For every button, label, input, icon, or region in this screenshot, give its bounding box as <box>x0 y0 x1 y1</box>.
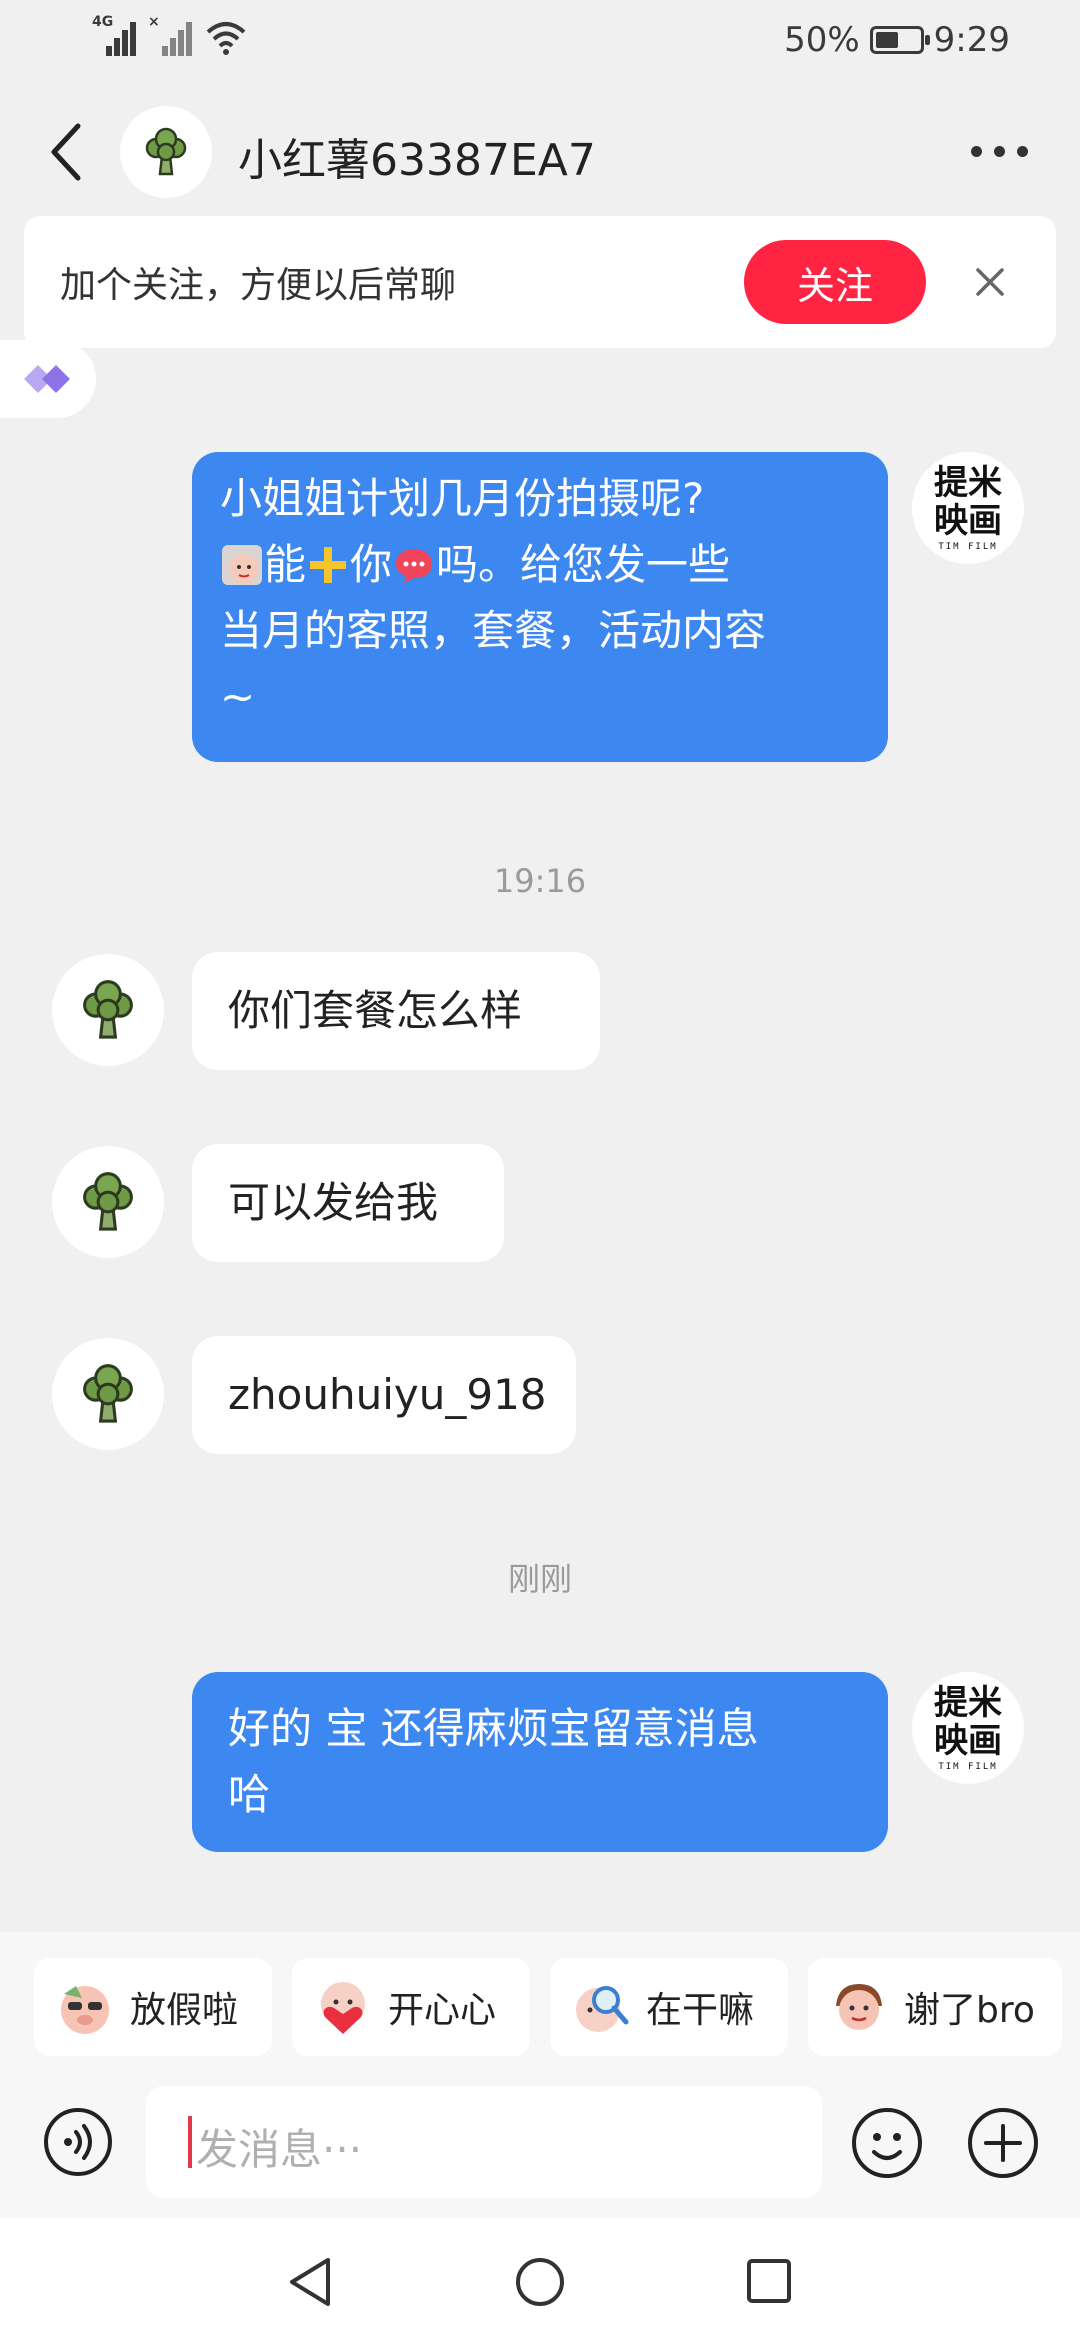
message-input[interactable]: 发消息··· <box>146 2086 822 2198</box>
signal-icon-sim2: × <box>148 14 194 56</box>
chat-bubble-emoji-icon <box>396 549 433 583</box>
quick-reply-label: 在干嘛 <box>646 1990 755 2031</box>
pig-heart-sticker-icon <box>321 1982 365 2034</box>
plus-emoji-icon <box>310 547 347 583</box>
floating-side-button[interactable] <box>0 340 96 418</box>
status-bar: 4G × 50% 9:29 <box>0 0 1080 90</box>
message-input-placeholder: 发消息··· <box>196 2125 363 2174</box>
pig-sunglasses-sticker-icon <box>61 1986 109 2034</box>
diamond-tag-icon <box>24 365 70 393</box>
battery-percent: 50% <box>784 20 860 60</box>
outgoing-message[interactable]: 好的 宝 还得麻烦宝留意消息 哈 <box>192 1672 888 1852</box>
text-caret <box>188 2116 192 2168</box>
no-signal-mark: × <box>148 14 160 30</box>
contact-avatar[interactable] <box>52 1338 164 1450</box>
contact-name: 小红薯63387EA7 <box>238 135 596 186</box>
clock: 9:29 <box>933 20 1010 60</box>
my-avatar[interactable]: 提米 映画 TIM FILM <box>912 1672 1024 1784</box>
quick-reply-label: 谢了bro <box>904 1990 1035 2031</box>
message-line: 当月的客照，套餐，活动内容 <box>220 606 767 655</box>
more-options-icon[interactable] <box>971 146 1028 157</box>
timestamp: 19:16 <box>493 862 587 900</box>
emoji-icon[interactable] <box>850 2106 924 2180</box>
message-line: 小姐姐计划几月份拍摄呢? <box>220 474 705 523</box>
system-nav-bar <box>0 2218 1080 2340</box>
close-icon[interactable] <box>968 260 1012 304</box>
quick-reply-chip[interactable]: 开心心 <box>292 1958 530 2056</box>
outgoing-message[interactable]: 小姐姐计划几月份拍摄呢? 能 你 吗。给您发一些 当月的客照，套餐，活动内容 ~ <box>192 452 888 762</box>
quick-reply-chip[interactable]: 在干嘛 <box>550 1958 788 2056</box>
follow-button[interactable]: 关注 <box>744 240 926 324</box>
wifi-icon <box>206 22 246 55</box>
incoming-message[interactable]: 可以发给我 <box>192 1144 504 1262</box>
nav-recent-apps-icon[interactable] <box>744 2256 794 2306</box>
pig-thumbs-sticker-icon <box>836 1984 882 2030</box>
incoming-message[interactable]: zhouhuiyu_918 <box>192 1336 576 1454</box>
follow-banner: 加个关注，方便以后常聊 关注 <box>24 216 1056 348</box>
signal-indicators: 4G × <box>92 14 248 56</box>
message-line: 哈 <box>228 1770 271 1819</box>
network-type-label: 4G <box>92 14 114 30</box>
follow-banner-text: 加个关注，方便以后常聊 <box>60 265 457 306</box>
contact-avatar[interactable] <box>120 106 212 198</box>
quick-reply-chip[interactable]: 放假啦 <box>34 1958 272 2056</box>
broccoli-icon <box>83 1172 133 1231</box>
sticker-face-icon <box>222 545 262 585</box>
plus-icon[interactable] <box>966 2106 1040 2180</box>
quick-reply-label: 开心心 <box>388 1990 497 2031</box>
status-right: 50% 9:29 <box>784 20 1010 60</box>
signal-icon: 4G <box>92 14 138 56</box>
quick-reply-label: 放假啦 <box>130 1990 239 2031</box>
broccoli-icon <box>83 980 133 1039</box>
contact-avatar[interactable] <box>52 954 164 1066</box>
incoming-message[interactable]: 你们套餐怎么样 <box>192 952 600 1070</box>
back-arrow-icon[interactable] <box>44 118 94 188</box>
voice-input-icon[interactable] <box>42 2106 114 2178</box>
contact-avatar[interactable] <box>52 1146 164 1258</box>
message-line: ~ <box>220 672 256 721</box>
broccoli-icon <box>83 1364 133 1423</box>
nav-back-icon[interactable] <box>284 2254 336 2310</box>
my-avatar[interactable]: 提米 映画 TIM FILM <box>912 452 1024 564</box>
message-line: 好的 宝 还得麻烦宝留意消息 <box>228 1704 759 1753</box>
quick-reply-chip[interactable]: 谢了bro <box>808 1958 1062 2056</box>
broccoli-icon <box>145 127 187 176</box>
battery-icon <box>869 26 930 54</box>
message-line: 能 你 吗。给您发一些 <box>220 532 860 598</box>
timestamp: 刚刚 <box>507 1560 572 1598</box>
pig-magnifier-sticker-icon <box>576 1986 629 2032</box>
nav-home-icon[interactable] <box>514 2256 566 2308</box>
chat-header: 小红薯63387EA7 <box>0 100 1080 210</box>
